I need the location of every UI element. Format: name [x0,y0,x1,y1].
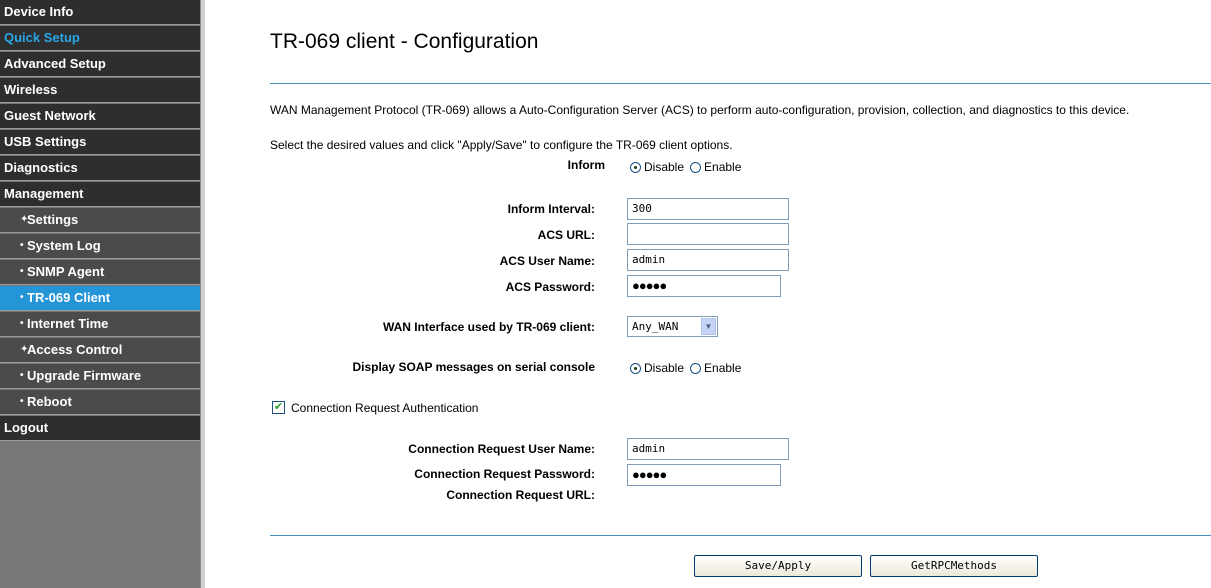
sidebar-item-guest-network[interactable]: Guest Network [0,104,200,129]
sidebar-item-tr069-client[interactable]: • TR-069 Client [0,286,200,311]
inform-label: Inform [567,158,605,172]
soap-messages-label: Display SOAP messages on serial console [352,360,595,374]
acs-password-label: ACS Password: [505,280,595,294]
acs-url-input[interactable] [627,223,789,245]
connection-request-auth-label: Connection Request Authentication [291,401,479,415]
sidebar-item-label: Wireless [4,82,58,97]
wan-interface-label: WAN Interface used by TR-069 client: [382,320,595,334]
plus-bullet-icon: ✦ [20,214,29,225]
sidebar-item-logout[interactable]: Logout [0,416,200,441]
inform-radio-group: Disable Enable [630,159,747,175]
wan-interface-select[interactable]: Any_WAN ▼ [627,316,718,337]
bullet-icon: • [20,370,24,381]
sidebar-item-label: Access Control [27,342,123,357]
sidebar-item-label: TR-069 Client [27,290,111,305]
page-title: TR-069 client - Configuration [270,30,539,53]
sidebar-item-settings[interactable]: ✦Settings [0,208,200,233]
main-content: TR-069 client - Configuration WAN Manage… [205,0,1211,588]
sidebar-item-access-control[interactable]: ✦Access Control [0,338,200,363]
bullet-icon: • [20,396,24,407]
connection-request-auth-checkbox[interactable]: ✔ [272,401,285,414]
soap-radio-group: Disable Enable [630,360,747,376]
soap-enable-label: Enable [704,361,742,375]
bottom-divider [270,535,1211,536]
acs-password-input[interactable]: ●●●●● [627,275,781,297]
sidebar-item-usb-settings[interactable]: USB Settings [0,130,200,155]
sidebar-item-label: USB Settings [4,134,87,149]
inform-enable-label: Enable [704,160,742,174]
bullet-icon: • [20,318,24,329]
sidebar-item-label: Internet Time [27,316,109,331]
sidebar-item-label: Advanced Setup [4,56,106,71]
cr-url-label: Connection Request URL: [446,488,595,502]
soap-disable-label: Disable [644,361,685,375]
sidebar-item-advanced-setup[interactable]: Advanced Setup [0,52,200,77]
soap-enable-radio[interactable] [690,362,702,374]
soap-disable-radio[interactable] [630,362,641,374]
cr-user-name-label: Connection Request User Name: [408,442,595,456]
inform-interval-label: Inform Interval: [507,202,595,216]
sidebar-item-system-log[interactable]: • System Log [0,234,200,259]
wan-interface-value: Any_WAN [632,320,679,333]
sidebar-item-wireless[interactable]: Wireless [0,78,200,103]
check-icon: ✔ [273,401,284,413]
bullet-icon: • [20,266,24,277]
sidebar-item-internet-time[interactable]: • Internet Time [0,312,200,337]
bullet-icon: • [20,292,24,303]
acs-url-label: ACS URL: [537,228,595,242]
sidebar-item-label: Device Info [4,4,74,19]
get-rpc-methods-button[interactable]: GetRPCMethods [870,555,1038,577]
cr-password-label: Connection Request Password: [414,467,595,481]
chevron-down-icon[interactable]: ▼ [701,318,716,335]
inform-interval-input[interactable]: 300 [627,198,789,220]
sidebar-item-label: Management [4,186,84,201]
acs-user-name-label: ACS User Name: [499,254,595,268]
inform-disable-radio[interactable] [630,161,641,173]
sidebar-item-label: System Log [27,238,101,253]
page-instruction: Select the desired values and click "App… [270,138,733,152]
sidebar-item-reboot[interactable]: • Reboot [0,390,200,415]
sidebar-item-label: Upgrade Firmware [27,368,142,383]
acs-user-name-input[interactable]: admin [627,249,789,271]
sidebar-item-quick-setup[interactable]: Quick Setup [0,26,200,51]
sidebar-item-label: Logout [4,420,49,435]
inform-enable-radio[interactable] [690,161,702,173]
sidebar-item-label: SNMP Agent [27,264,105,279]
sidebar-item-label: Settings [27,212,79,227]
sidebar-item-label: Reboot [27,394,72,409]
inform-disable-label: Disable [644,160,685,174]
plus-bullet-icon: ✦ [20,344,29,355]
page-description: WAN Management Protocol (TR-069) allows … [270,103,1130,117]
cr-password-input[interactable]: ●●●●● [627,464,781,486]
sidebar-item-label: Guest Network [4,108,96,123]
bullet-icon: • [20,240,24,251]
sidebar-item-upgrade-firmware[interactable]: • Upgrade Firmware [0,364,200,389]
sidebar-item-snmp-agent[interactable]: • SNMP Agent [0,260,200,285]
sidebar-item-management[interactable]: Management [0,182,200,207]
sidebar-item-diagnostics[interactable]: Diagnostics [0,156,200,181]
top-divider [270,83,1211,84]
sidebar-item-label: Diagnostics [4,160,78,175]
sidebar-item-label: Quick Setup [4,30,80,45]
save-apply-button[interactable]: Save/Apply [694,555,862,577]
sidebar-nav: Device Info Quick Setup Advanced Setup W… [0,0,200,588]
sidebar-item-device-info[interactable]: Device Info [0,0,200,25]
cr-user-name-input[interactable]: admin [627,438,789,460]
